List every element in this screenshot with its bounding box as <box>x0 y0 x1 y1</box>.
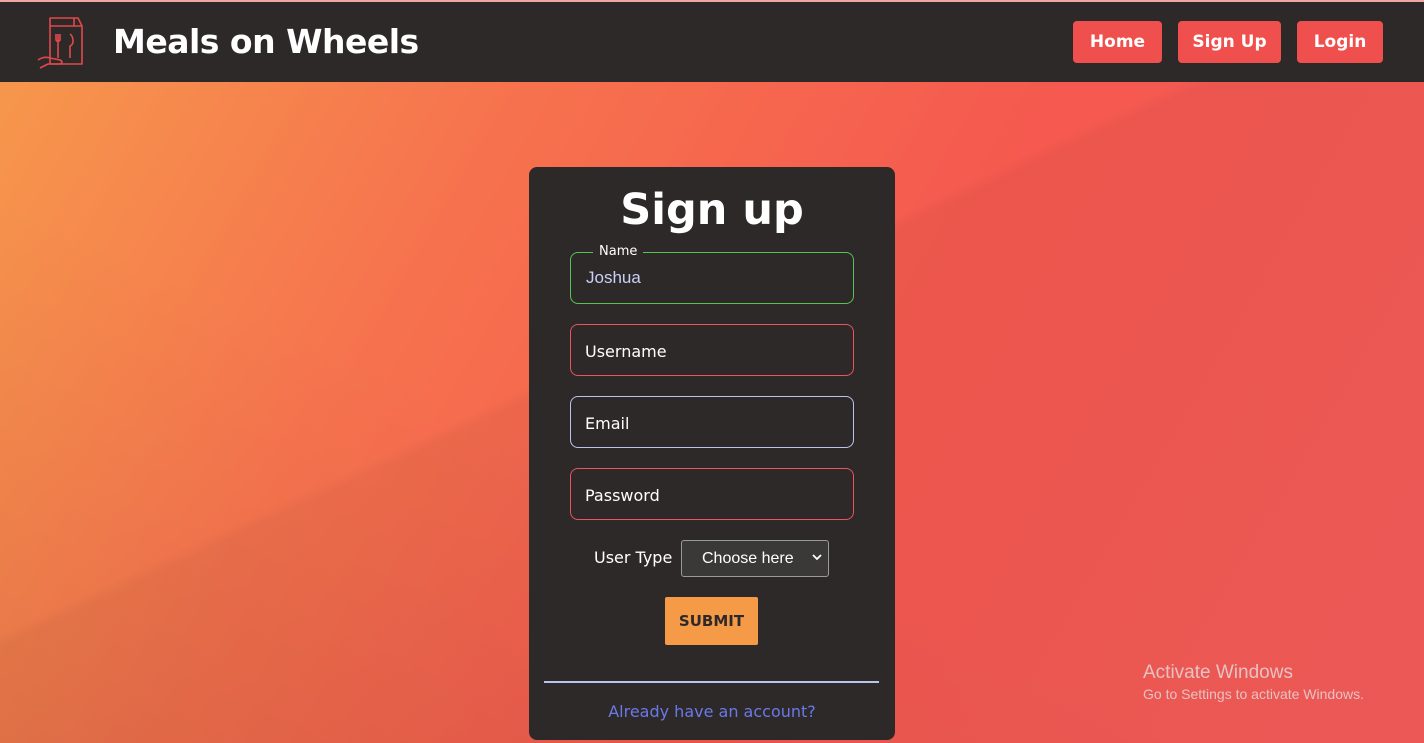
name-field[interactable]: Name Joshua <box>570 244 854 304</box>
name-field-legend: Name <box>593 244 644 259</box>
user-type-selected-value: Choose here <box>702 549 794 567</box>
email-placeholder: Email <box>585 414 630 433</box>
submit-button[interactable]: SUBMIT <box>665 597 758 645</box>
meal-bag-icon[interactable] <box>36 14 92 70</box>
name-field-value: Joshua <box>586 268 641 287</box>
user-type-label: User Type <box>594 548 673 567</box>
password-placeholder: Password <box>585 486 660 505</box>
windows-watermark-subtitle: Go to Settings to activate Windows. <box>1143 686 1364 702</box>
nav-login-button[interactable]: Login <box>1297 21 1383 63</box>
username-placeholder: Username <box>585 342 667 361</box>
email-field[interactable]: Email <box>570 396 854 448</box>
windows-watermark-title: Activate Windows <box>1143 662 1293 683</box>
brand-title: Meals on Wheels <box>113 22 419 61</box>
chevron-down-icon <box>812 554 822 561</box>
divider <box>544 681 879 683</box>
password-field[interactable]: Password <box>570 468 854 520</box>
navbar: Meals on Wheels Home Sign Up Login <box>0 2 1424 82</box>
signup-card: Sign up Name Joshua Username Email Passw… <box>529 167 895 740</box>
username-field[interactable]: Username <box>570 324 854 376</box>
nav-home-button[interactable]: Home <box>1073 21 1162 63</box>
form-title: Sign up <box>620 185 804 235</box>
nav-signup-button[interactable]: Sign Up <box>1178 21 1281 63</box>
user-type-select[interactable]: Choose here <box>681 540 829 577</box>
login-link[interactable]: Already have an account? <box>529 702 895 721</box>
